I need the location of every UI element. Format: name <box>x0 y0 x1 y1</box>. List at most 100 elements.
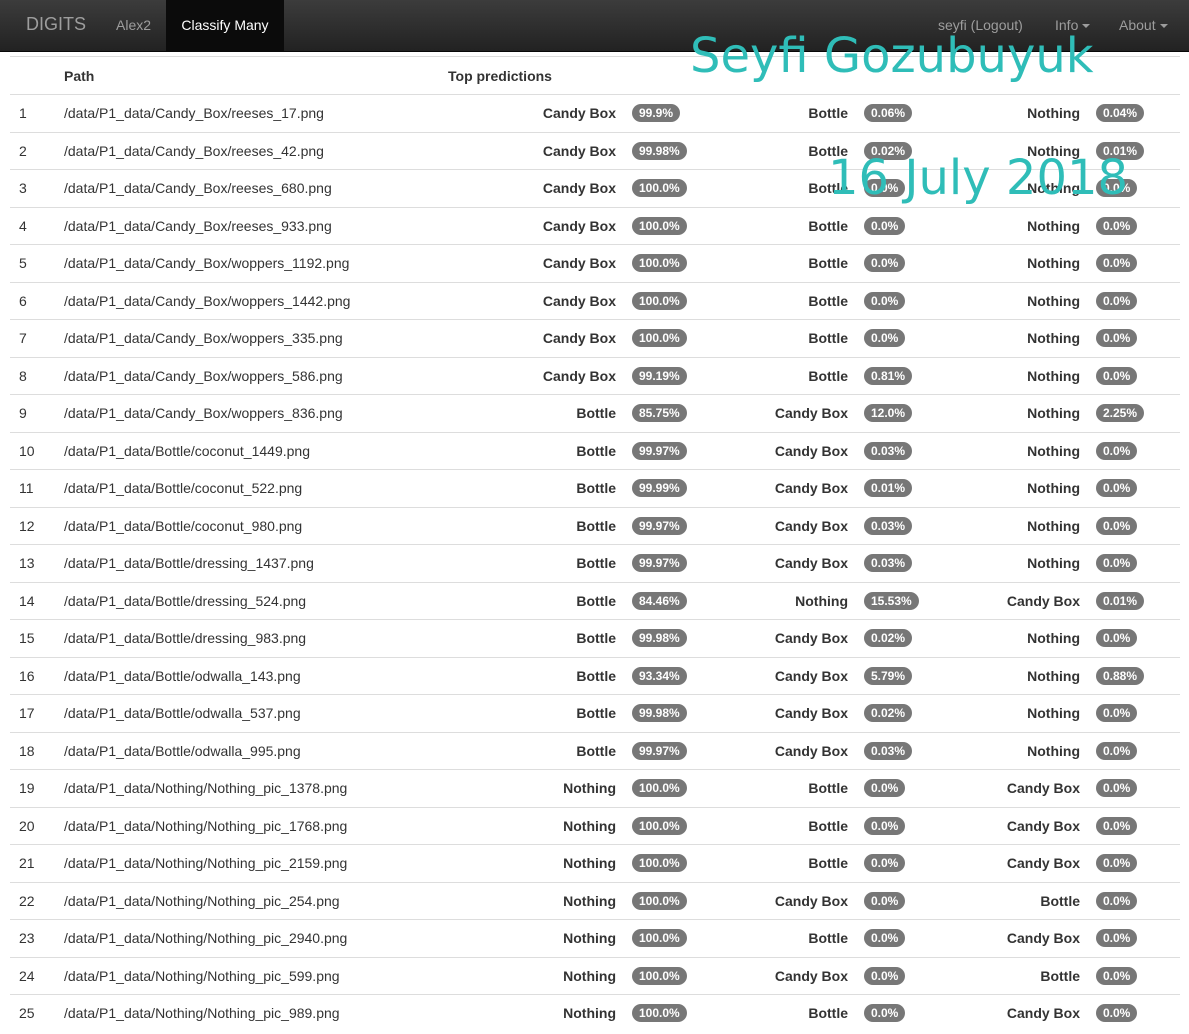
prediction-confidence-cell: 0.0% <box>1096 431 1181 470</box>
prediction-label: Candy Box <box>446 319 632 357</box>
confidence-badge: 0.0% <box>864 966 906 985</box>
prediction-confidence-cell: 0.0% <box>864 319 966 357</box>
prediction-label: Candy Box <box>734 619 864 657</box>
prediction-label: Candy Box <box>966 581 1096 620</box>
table-row: 15/data/P1_data/Bottle/dressing_983.png B… <box>10 619 1181 657</box>
confidence-badge: 0.02% <box>864 629 913 648</box>
table-row: 5/data/P1_data/Candy_Box/woppers_1192.pn… <box>10 244 1181 282</box>
image-path: /data/P1_data/Candy_Box/woppers_1442.png <box>64 281 446 320</box>
prediction-confidence-cell: 0.0% <box>1096 844 1181 882</box>
prediction-confidence-cell: 0.0% <box>864 281 966 320</box>
prediction-label: Candy Box <box>446 356 632 395</box>
prediction-label: Candy Box <box>734 694 864 732</box>
confidence-badge: 0.0% <box>1096 291 1138 310</box>
prediction-label: Candy Box <box>966 844 1096 882</box>
table-row: 13/data/P1_data/Bottle/dressing_1437.png… <box>10 544 1181 582</box>
prediction-label: Bottle <box>734 94 864 132</box>
row-index: 14 <box>10 581 64 620</box>
image-path: /data/P1_data/Nothing/Nothing_pic_1378.p… <box>64 769 446 807</box>
confidence-badge: 0.0% <box>1096 816 1138 835</box>
confidence-badge: 85.75% <box>632 404 687 423</box>
table-row: 17/data/P1_data/Bottle/odwalla_537.png Bo… <box>10 694 1181 732</box>
image-path: /data/P1_data/Nothing/Nothing_pic_2159.p… <box>64 844 446 882</box>
results-table-body: 1/data/P1_data/Candy_Box/reeses_17.png Ca… <box>10 94 1181 1032</box>
prediction-label: Candy Box <box>446 244 632 282</box>
confidence-badge: 0.88% <box>1096 666 1145 685</box>
row-index: 23 <box>10 919 64 957</box>
prediction-confidence-cell: 0.0% <box>1096 469 1181 507</box>
image-path: /data/P1_data/Candy_Box/reeses_42.png <box>64 131 446 170</box>
prediction-confidence-cell: 0.03% <box>864 544 966 582</box>
confidence-badge: 0.03% <box>864 741 913 760</box>
row-index: 2 <box>10 131 64 170</box>
prediction-label: Nothing <box>966 469 1096 507</box>
table-row: 10/data/P1_data/Bottle/coconut_1449.png B… <box>10 431 1181 470</box>
prediction-label: Candy Box <box>446 206 632 245</box>
confidence-badge: 99.97% <box>632 441 687 460</box>
confidence-badge: 2.25% <box>1096 404 1145 423</box>
prediction-confidence-cell: 0.03% <box>864 506 966 545</box>
prediction-label: Candy Box <box>966 994 1096 1032</box>
prediction-confidence-cell: 99.98% <box>632 694 734 732</box>
prediction-confidence-cell: 0.0% <box>864 769 966 807</box>
row-index: 7 <box>10 319 64 357</box>
prediction-label: Candy Box <box>734 731 864 770</box>
confidence-badge: 0.0% <box>1096 704 1138 723</box>
prediction-label: Candy Box <box>734 544 864 582</box>
prediction-confidence-cell: 100.0% <box>632 956 734 995</box>
prediction-confidence-cell: 100.0% <box>632 244 734 282</box>
nav-link-alex2[interactable]: Alex2 <box>116 17 151 33</box>
about-menu[interactable]: About <box>1119 17 1168 33</box>
confidence-badge: 100.0% <box>632 779 687 798</box>
row-index: 24 <box>10 956 64 995</box>
image-path: /data/P1_data/Bottle/odwalla_143.png <box>64 656 446 695</box>
prediction-label: Bottle <box>734 206 864 245</box>
row-index: 18 <box>10 731 64 770</box>
prediction-label: Bottle <box>734 319 864 357</box>
prediction-confidence-cell: 99.97% <box>632 731 734 770</box>
prediction-label: Nothing <box>966 431 1096 470</box>
prediction-confidence-cell: 0.0% <box>1096 731 1181 770</box>
prediction-label: Nothing <box>966 319 1096 357</box>
nav-link-classify-many[interactable]: Classify Many <box>166 0 284 51</box>
confidence-badge: 0.0% <box>1096 1004 1138 1023</box>
prediction-confidence-cell: 0.0% <box>1096 694 1181 732</box>
prediction-confidence-cell: 0.88% <box>1096 656 1181 695</box>
prediction-confidence-cell: 0.0% <box>1096 506 1181 545</box>
image-path: /data/P1_data/Candy_Box/reeses_933.png <box>64 206 446 245</box>
confidence-badge: 99.9% <box>632 104 681 123</box>
watermark-date: 16 July 2018 <box>828 150 1129 206</box>
prediction-label: Bottle <box>446 506 632 545</box>
prediction-label: Bottle <box>734 244 864 282</box>
image-path: /data/P1_data/Candy_Box/woppers_1192.png <box>64 244 446 282</box>
prediction-confidence-cell: 0.0% <box>1096 544 1181 582</box>
image-path: /data/P1_data/Bottle/coconut_1449.png <box>64 431 446 470</box>
prediction-label: Nothing <box>966 356 1096 395</box>
image-path: /data/P1_data/Bottle/coconut_980.png <box>64 506 446 545</box>
image-path: /data/P1_data/Nothing/Nothing_pic_1768.p… <box>64 806 446 845</box>
brand-logo[interactable]: DIGITS <box>26 14 86 35</box>
confidence-badge: 0.0% <box>1096 629 1138 648</box>
prediction-confidence-cell: 0.02% <box>864 619 966 657</box>
prediction-label: Candy Box <box>734 956 864 995</box>
prediction-confidence-cell: 0.0% <box>1096 244 1181 282</box>
row-index: 22 <box>10 881 64 920</box>
prediction-label: Candy Box <box>734 506 864 545</box>
confidence-badge: 99.98% <box>632 704 687 723</box>
confidence-badge: 0.0% <box>1096 216 1138 235</box>
prediction-label: Nothing <box>734 581 864 620</box>
prediction-label: Bottle <box>734 356 864 395</box>
confidence-badge: 100.0% <box>632 291 687 310</box>
table-row: 9/data/P1_data/Candy_Box/woppers_836.png… <box>10 394 1181 432</box>
row-index: 20 <box>10 806 64 845</box>
table-row: 16/data/P1_data/Bottle/odwalla_143.png Bo… <box>10 656 1181 695</box>
prediction-confidence-cell: 99.9% <box>632 94 734 132</box>
confidence-badge: 0.0% <box>864 291 906 310</box>
prediction-confidence-cell: 0.0% <box>864 956 966 995</box>
table-row: 11/data/P1_data/Bottle/coconut_522.png Bo… <box>10 469 1181 507</box>
prediction-confidence-cell: 0.04% <box>1096 94 1181 132</box>
prediction-label: Bottle <box>734 844 864 882</box>
prediction-confidence-cell: 99.98% <box>632 619 734 657</box>
prediction-label: Nothing <box>966 544 1096 582</box>
image-path: /data/P1_data/Bottle/dressing_983.png <box>64 619 446 657</box>
